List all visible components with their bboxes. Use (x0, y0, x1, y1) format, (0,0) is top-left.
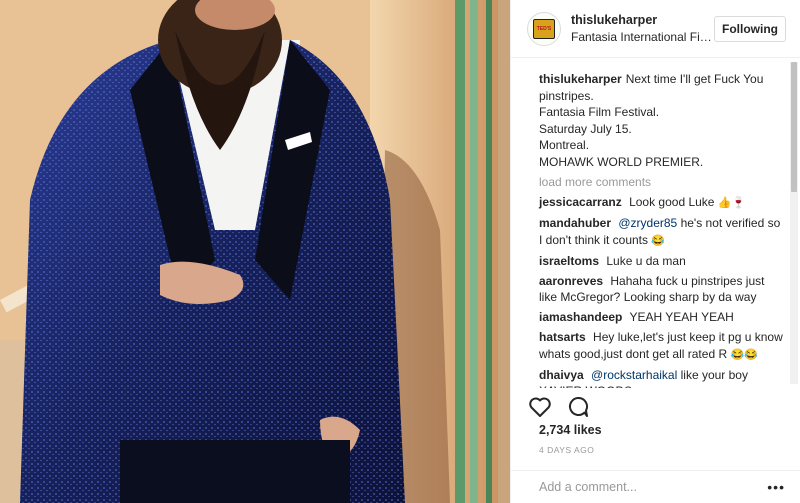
following-button[interactable]: Following (714, 15, 786, 42)
comment-emoji: 😂 (651, 234, 666, 247)
add-comment-input[interactable] (539, 480, 768, 494)
comment-item: israeltoms Luke u da man (539, 253, 783, 270)
comment-item: jessicacarranz Look good Luke 👍🍷 (539, 194, 783, 212)
post-actions (527, 394, 591, 420)
comment-username[interactable]: aaronreves (539, 274, 603, 288)
more-options-icon[interactable]: ••• (767, 480, 785, 494)
post-header: TED'S thislukeharper Fantasia Internatio… (511, 0, 800, 58)
comment-mention-link[interactable]: @rockstarhaikal (591, 368, 677, 382)
comments-scrollbar[interactable] (790, 62, 798, 384)
caption-line: Next time I'll get Fuck You (625, 72, 764, 86)
comment-emoji: 👍🍷 (717, 197, 746, 209)
comment-mention-link[interactable]: @zryder85 (618, 216, 677, 230)
photo-illustration (0, 0, 510, 503)
header-text: thislukeharper Fantasia International Fi… (571, 13, 714, 44)
avatar-logo-text: TED'S (536, 25, 552, 32)
comment-item: hatsarts Hey luke,let's just keep it pg … (539, 329, 783, 363)
comment-bubble-icon[interactable] (565, 394, 591, 420)
caption-line: pinstripes. (539, 88, 594, 103)
add-comment-bar: ••• (511, 470, 800, 503)
caption-line: Montreal. (539, 138, 590, 152)
comment-text: Luke u da man (606, 253, 686, 268)
comments-list[interactable]: thislukeharper Next time I'll get Fuck Yo… (511, 58, 800, 388)
caption-line: MOHAWK WORLD PREMIER. (539, 154, 704, 169)
comment-item: mandahuber @zryder85 he's not verified s… (539, 215, 783, 249)
post-timestamp: 4 DAYS AGO (539, 445, 595, 455)
post-side-panel: TED'S thislukeharper Fantasia Internatio… (510, 0, 800, 503)
caption-username[interactable]: thislukeharper (539, 72, 622, 86)
avatar[interactable]: TED'S (527, 11, 561, 46)
likes-count[interactable]: 2,734 likes (539, 423, 602, 437)
load-more-comments-link[interactable]: load more comments (539, 174, 783, 190)
comment-item: iamashandeep YEAH YEAH YEAH (539, 309, 783, 326)
header-username[interactable]: thislukeharper (571, 13, 714, 27)
comment-username[interactable]: dhaivya (539, 368, 584, 382)
avatar-logo: TED'S (533, 18, 555, 39)
post-caption: thislukeharper Next time I'll get Fuck Yo… (539, 71, 783, 170)
comment-username[interactable]: mandahuber (539, 216, 611, 230)
post-photo[interactable] (0, 0, 510, 503)
comment-username[interactable]: hatsarts (539, 330, 586, 344)
comment-username[interactable]: israeltoms (539, 254, 599, 268)
comment-username[interactable]: iamashandeep (539, 310, 622, 324)
instagram-post: TED'S thislukeharper Fantasia Internatio… (0, 0, 800, 503)
caption-line: Saturday July 15. (539, 121, 632, 136)
comment-item: dhaivya @rockstarhaikal like your boy XA… (539, 367, 783, 389)
scrollbar-thumb[interactable] (791, 62, 797, 192)
comment-text: YEAH YEAH YEAH (629, 310, 734, 324)
header-location[interactable]: Fantasia International Film Festival (571, 30, 714, 44)
comment-item: aaronreves Hahaha fuck u pinstripes just… (539, 273, 783, 306)
comment-username[interactable]: jessicacarranz (539, 195, 622, 209)
comment-text: Look good Luke (629, 195, 715, 209)
caption-line: Fantasia Film Festival. (539, 105, 660, 119)
comment-emoji: 😂😂 (730, 348, 758, 361)
heart-icon[interactable] (527, 394, 553, 420)
